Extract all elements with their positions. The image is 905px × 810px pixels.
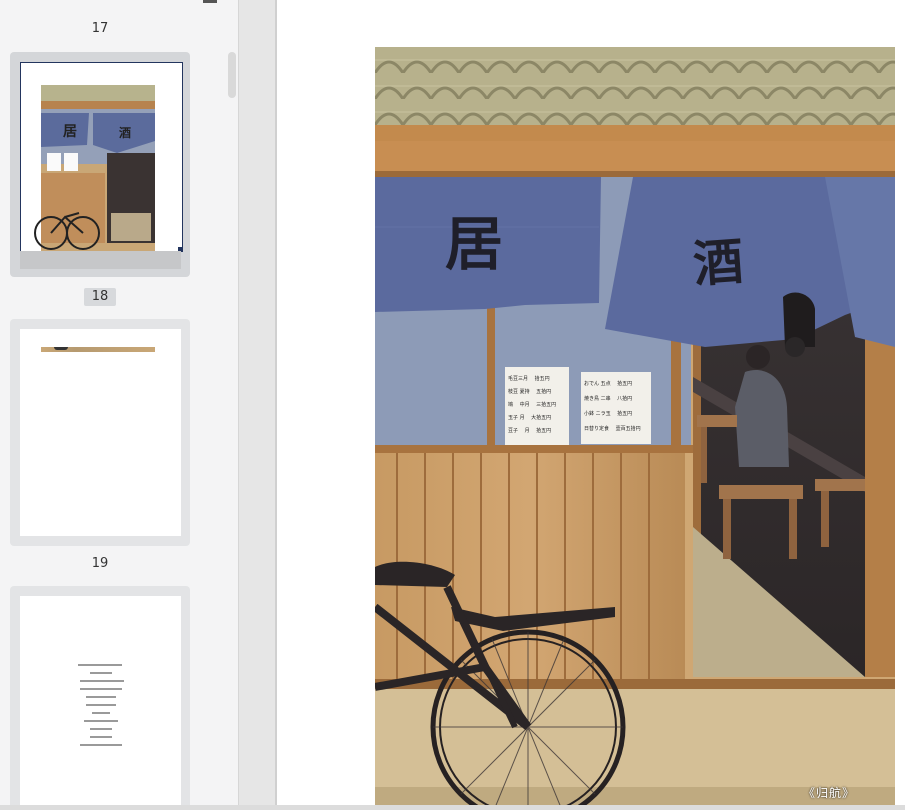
thumbnail-page-17[interactable]: 居 酒 — [10, 52, 190, 277]
menu-line: 枝豆 夏持 五拾円 — [508, 389, 552, 395]
menu-line: 鳩 中月 三拾五円 — [508, 402, 557, 408]
thumbnail-sidebar: 17 居 酒 18 19 — [0, 0, 239, 810]
thumbnail-page-18-preview — [20, 329, 181, 536]
menu-line: 焼き鳥 二串 八拾円 — [584, 396, 633, 402]
page-illustration: 居 酒 毛豆三月 拾五円 枝豆 夏持 五拾円 鳩 中月 三拾五円 玉子 月 大拾… — [375, 47, 895, 807]
menu-line: 毛豆三月 拾五円 — [508, 376, 550, 382]
noren-char-left: 居 — [445, 210, 504, 278]
svg-text:居: 居 — [63, 124, 77, 140]
menu-text-right: おでん 五点 拾五円 焼き鳥 二串 八拾円 小鉢 ニラ玉 拾五円 日替り定食 壹… — [584, 377, 650, 437]
menu-line: 豆子 月 拾五円 — [508, 428, 552, 434]
bottom-scrollbar[interactable] — [0, 805, 905, 810]
menu-line: おでん 五点 拾五円 — [584, 381, 633, 387]
sidebar-menu-icon[interactable] — [203, 0, 217, 3]
thumbnail-text-lines — [78, 664, 124, 746]
menu-text-left: 毛豆三月 拾五円 枝豆 夏持 五拾円 鳩 中月 三拾五円 玉子 月 大拾五円 豆… — [508, 373, 568, 438]
thumbnail-illustration: 居 酒 — [34, 85, 155, 251]
page-number-18: 18 — [84, 288, 116, 306]
noren-char-right: 酒 — [691, 231, 746, 294]
svg-text:酒: 酒 — [119, 126, 131, 140]
page-number-17: 17 — [91, 21, 109, 36]
sidebar-scrollbar[interactable] — [228, 52, 236, 98]
thumbnail-page-19[interactable] — [10, 586, 190, 810]
menu-line: 小鉢 ニラ玉 拾五円 — [584, 411, 633, 417]
menu-line: 玉子 月 大拾五円 — [508, 415, 552, 421]
menu-line: 日替り定食 壹百五拾円 — [584, 426, 641, 432]
illustration-credit: 《归航》 — [802, 786, 855, 800]
thumbnail-page-19-preview — [20, 596, 181, 810]
thumbnail-page-17-preview: 居 酒 — [20, 62, 183, 252]
thumbnail-page-18[interactable] — [10, 319, 190, 546]
page-number-19: 19 — [91, 556, 109, 571]
